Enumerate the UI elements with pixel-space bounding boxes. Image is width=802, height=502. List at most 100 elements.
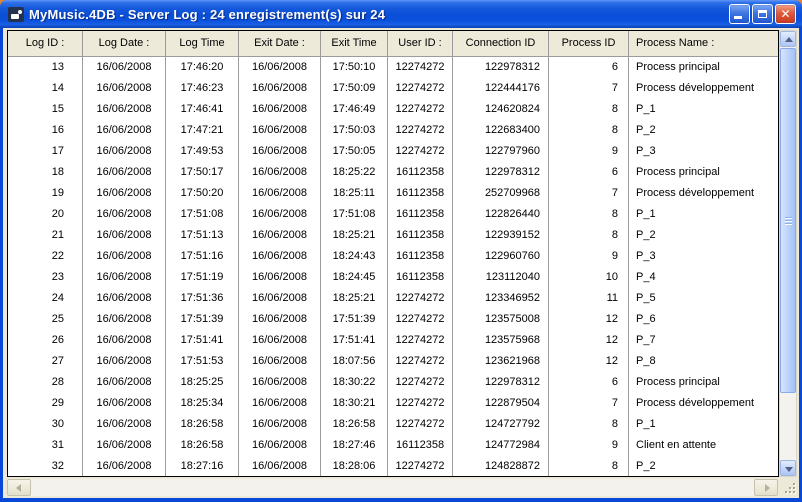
cell[interactable]: 10 (549, 267, 629, 288)
cell[interactable]: P_2 (629, 120, 778, 141)
cell[interactable]: 18:26:58 (321, 414, 388, 435)
cell[interactable]: 30 (8, 414, 83, 435)
table-row[interactable]: 30 16/06/2008 18:26:58 16/06/2008 18:26:58 12… (8, 414, 778, 435)
cell[interactable]: 17:51:41 (321, 330, 388, 351)
cell[interactable]: 124727792 (453, 414, 549, 435)
cell[interactable]: 7 (549, 78, 629, 99)
cell[interactable]: P_5 (629, 288, 778, 309)
cell[interactable]: 12274272 (388, 393, 453, 414)
cell[interactable]: 12 (549, 351, 629, 372)
cell[interactable]: 32 (8, 456, 83, 476)
cell[interactable]: 18:24:43 (321, 246, 388, 267)
cell[interactable]: 16/06/2008 (83, 267, 166, 288)
cell[interactable]: 16/06/2008 (239, 246, 321, 267)
cell[interactable]: 16/06/2008 (239, 372, 321, 393)
cell[interactable]: 16/06/2008 (83, 330, 166, 351)
cell[interactable]: 12274272 (388, 78, 453, 99)
cell[interactable]: 12274272 (388, 330, 453, 351)
table-row[interactable]: 25 16/06/2008 17:51:39 16/06/2008 17:51:39 12… (8, 309, 778, 330)
cell[interactable]: Process principal (629, 162, 778, 183)
cell[interactable]: 16/06/2008 (83, 435, 166, 456)
cell[interactable]: 17:51:08 (166, 204, 239, 225)
cell[interactable]: 9 (549, 246, 629, 267)
cell[interactable]: 122978312 (453, 372, 549, 393)
cell[interactable]: P_8 (629, 351, 778, 372)
cell[interactable]: Process développement (629, 78, 778, 99)
cell[interactable]: 16/06/2008 (83, 183, 166, 204)
table-row[interactable]: 27 16/06/2008 17:51:53 16/06/2008 18:07:56 12… (8, 351, 778, 372)
cell[interactable]: 122879504 (453, 393, 549, 414)
column-header[interactable]: Process Name : (629, 31, 778, 56)
cell[interactable]: 25 (8, 309, 83, 330)
cell[interactable]: 16/06/2008 (239, 225, 321, 246)
cell[interactable]: P_4 (629, 267, 778, 288)
cell[interactable]: 17:50:10 (321, 57, 388, 78)
cell[interactable]: 16/06/2008 (83, 225, 166, 246)
cell[interactable]: 18:25:21 (321, 225, 388, 246)
app-icon[interactable] (8, 6, 24, 22)
cell[interactable]: 15 (8, 99, 83, 120)
cell[interactable]: 123346952 (453, 288, 549, 309)
cell[interactable]: 123621968 (453, 351, 549, 372)
cell[interactable]: 17:50:05 (321, 141, 388, 162)
cell[interactable]: 12 (549, 330, 629, 351)
cell[interactable]: 16/06/2008 (83, 393, 166, 414)
cell[interactable]: 14 (8, 78, 83, 99)
cell[interactable]: 17:46:23 (166, 78, 239, 99)
cell[interactable]: P_1 (629, 99, 778, 120)
cell[interactable]: 17:46:41 (166, 99, 239, 120)
cell[interactable]: 16/06/2008 (83, 120, 166, 141)
cell[interactable]: 6 (549, 57, 629, 78)
cell[interactable]: 8 (549, 120, 629, 141)
cell[interactable]: 18:24:45 (321, 267, 388, 288)
cell[interactable]: 16/06/2008 (239, 288, 321, 309)
cell[interactable]: 16/06/2008 (83, 162, 166, 183)
cell[interactable]: 16/06/2008 (239, 456, 321, 476)
cell[interactable]: 18:30:21 (321, 393, 388, 414)
cell[interactable]: 12274272 (388, 99, 453, 120)
cell[interactable]: 16/06/2008 (83, 309, 166, 330)
cell[interactable]: 16/06/2008 (83, 351, 166, 372)
cell[interactable]: 27 (8, 351, 83, 372)
cell[interactable]: 17:50:03 (321, 120, 388, 141)
cell[interactable]: 11 (549, 288, 629, 309)
cell[interactable]: 16/06/2008 (83, 372, 166, 393)
cell[interactable]: 123112040 (453, 267, 549, 288)
cell[interactable]: Process principal (629, 372, 778, 393)
column-header[interactable]: Log Time (166, 31, 239, 56)
cell[interactable]: 122978312 (453, 162, 549, 183)
column-header[interactable]: Log Date : (83, 31, 166, 56)
cell[interactable]: 18:27:46 (321, 435, 388, 456)
cell[interactable]: 18:28:06 (321, 456, 388, 476)
cell[interactable]: 16/06/2008 (239, 162, 321, 183)
cell[interactable]: 16/06/2008 (239, 204, 321, 225)
cell[interactable]: 17:46:20 (166, 57, 239, 78)
table-row[interactable]: 28 16/06/2008 18:25:25 16/06/2008 18:30:22 12… (8, 372, 778, 393)
scroll-down-button[interactable] (780, 460, 796, 476)
table-row[interactable]: 31 16/06/2008 18:26:58 16/06/2008 18:27:46 16… (8, 435, 778, 456)
cell[interactable]: 18:25:22 (321, 162, 388, 183)
cell[interactable]: 12274272 (388, 351, 453, 372)
cell[interactable]: 17:51:08 (321, 204, 388, 225)
cell[interactable]: 16/06/2008 (239, 267, 321, 288)
cell[interactable]: 123575968 (453, 330, 549, 351)
table-row[interactable]: 14 16/06/2008 17:46:23 16/06/2008 17:50:09 12… (8, 78, 778, 99)
vertical-scrollbar[interactable] (779, 30, 797, 477)
column-header[interactable]: Connection ID (453, 31, 549, 56)
titlebar[interactable]: MyMusic.4DB - Server Log : 24 enregistre… (0, 0, 802, 28)
cell[interactable]: 16/06/2008 (239, 351, 321, 372)
cell[interactable]: 12274272 (388, 372, 453, 393)
cell[interactable]: 17:47:21 (166, 120, 239, 141)
column-header[interactable]: Process ID (549, 31, 629, 56)
cell[interactable]: 16112358 (388, 204, 453, 225)
cell[interactable]: 18:07:56 (321, 351, 388, 372)
cell[interactable]: 16112358 (388, 246, 453, 267)
cell[interactable]: 8 (549, 204, 629, 225)
table-row[interactable]: 19 16/06/2008 17:50:20 16/06/2008 18:25:11 16… (8, 183, 778, 204)
table-row[interactable]: 18 16/06/2008 17:50:17 16/06/2008 18:25:22 16… (8, 162, 778, 183)
cell[interactable]: 18:26:58 (166, 414, 239, 435)
cell[interactable]: 16/06/2008 (239, 183, 321, 204)
cell[interactable]: 12274272 (388, 309, 453, 330)
cell[interactable]: 9 (549, 141, 629, 162)
cell[interactable]: 8 (549, 99, 629, 120)
